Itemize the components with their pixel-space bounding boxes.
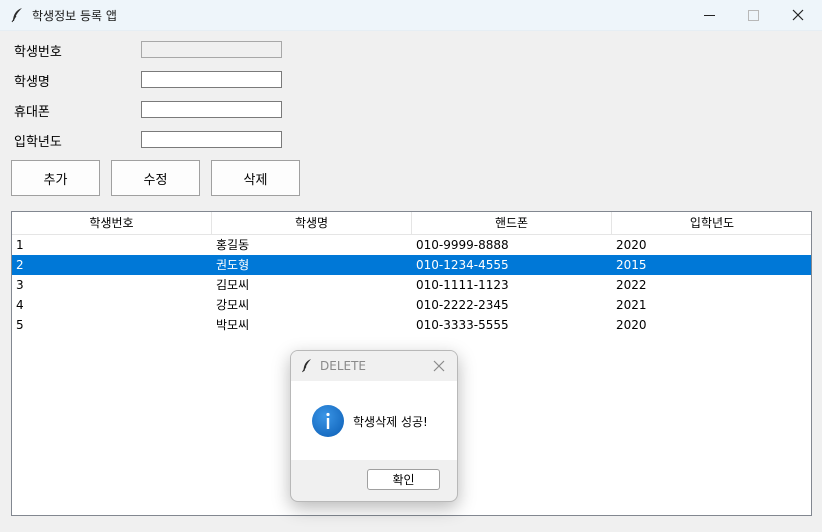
cell-student-number: 1 (16, 238, 24, 252)
table-row[interactable]: 1 홍길동 010-9999-8888 2020 (12, 235, 811, 255)
column-header-phone[interactable]: 핸드폰 (412, 212, 612, 235)
table-row[interactable]: 5 박모씨 010-3333-5555 2020 (12, 315, 811, 335)
close-button[interactable] (775, 0, 821, 30)
info-glyph-icon (326, 412, 330, 429)
maximize-icon (747, 9, 759, 21)
column-header-admission-year[interactable]: 입학년도 (612, 212, 811, 235)
dialog-title: DELETE (320, 359, 367, 373)
ok-button[interactable]: 확인 (367, 469, 440, 490)
minimize-button[interactable] (686, 0, 732, 30)
close-icon (792, 9, 804, 21)
cell-student-name: 김모씨 (216, 278, 250, 292)
cell-student-name: 홍길동 (216, 238, 250, 252)
table-row[interactable]: 4 강모씨 010-2222-2345 2021 (12, 295, 811, 315)
cell-student-number: 5 (16, 318, 24, 332)
admission-year-label: 입학년도 (14, 135, 62, 150)
cell-admission-year: 2021 (616, 298, 647, 312)
dialog-message: 학생삭제 성공! (353, 415, 428, 429)
cell-admission-year: 2015 (616, 258, 647, 272)
edit-button[interactable]: 수정 (111, 160, 200, 196)
student-number-label: 학생번호 (14, 45, 62, 60)
feather-icon (302, 359, 311, 373)
table-row[interactable]: 3 김모씨 010-1111-1123 2022 (12, 275, 811, 295)
cell-phone: 010-1111-1123 (416, 278, 509, 292)
cell-student-number: 3 (16, 278, 24, 292)
cell-phone: 010-2222-2345 (416, 298, 509, 312)
cell-phone: 010-3333-5555 (416, 318, 509, 332)
info-icon (312, 405, 344, 437)
admission-year-input[interactable] (141, 131, 282, 148)
dialog-titlebar: DELETE (291, 351, 457, 381)
table-header: 학생번호 학생명 핸드폰 입학년도 (12, 212, 811, 235)
phone-label: 휴대폰 (14, 105, 50, 120)
cell-admission-year: 2020 (616, 318, 647, 332)
student-name-label: 학생명 (14, 75, 50, 90)
column-header-student-number[interactable]: 학생번호 (12, 212, 212, 235)
cell-student-name: 강모씨 (216, 298, 250, 312)
cell-admission-year: 2020 (616, 238, 647, 252)
student-name-input[interactable] (141, 71, 282, 88)
dialog-body: 학생삭제 성공! (291, 381, 457, 460)
cell-admission-year: 2022 (616, 278, 647, 292)
phone-input[interactable] (141, 101, 282, 118)
dialog-close-icon[interactable] (431, 358, 447, 374)
window-title: 학생정보 등록 앱 (32, 9, 117, 23)
cell-student-number: 4 (16, 298, 24, 312)
delete-button[interactable]: 삭제 (211, 160, 300, 196)
table-row-selected[interactable]: 2 권도형 010-1234-4555 2015 (12, 255, 811, 275)
column-header-student-name[interactable]: 학생명 (212, 212, 412, 235)
minimize-icon (703, 14, 715, 16)
add-button[interactable]: 추가 (11, 160, 100, 196)
cell-student-number: 2 (16, 258, 24, 272)
cell-student-name: 권도형 (216, 258, 250, 272)
cell-student-name: 박모씨 (216, 318, 250, 332)
student-number-input[interactable] (141, 41, 282, 58)
maximize-button[interactable] (730, 0, 776, 30)
window-titlebar: 학생정보 등록 앱 (0, 0, 822, 31)
feather-icon (11, 8, 22, 23)
cell-phone: 010-1234-4555 (416, 258, 509, 272)
cell-phone: 010-9999-8888 (416, 238, 509, 252)
delete-dialog: DELETE 학생삭제 성공! 확인 (290, 350, 458, 502)
